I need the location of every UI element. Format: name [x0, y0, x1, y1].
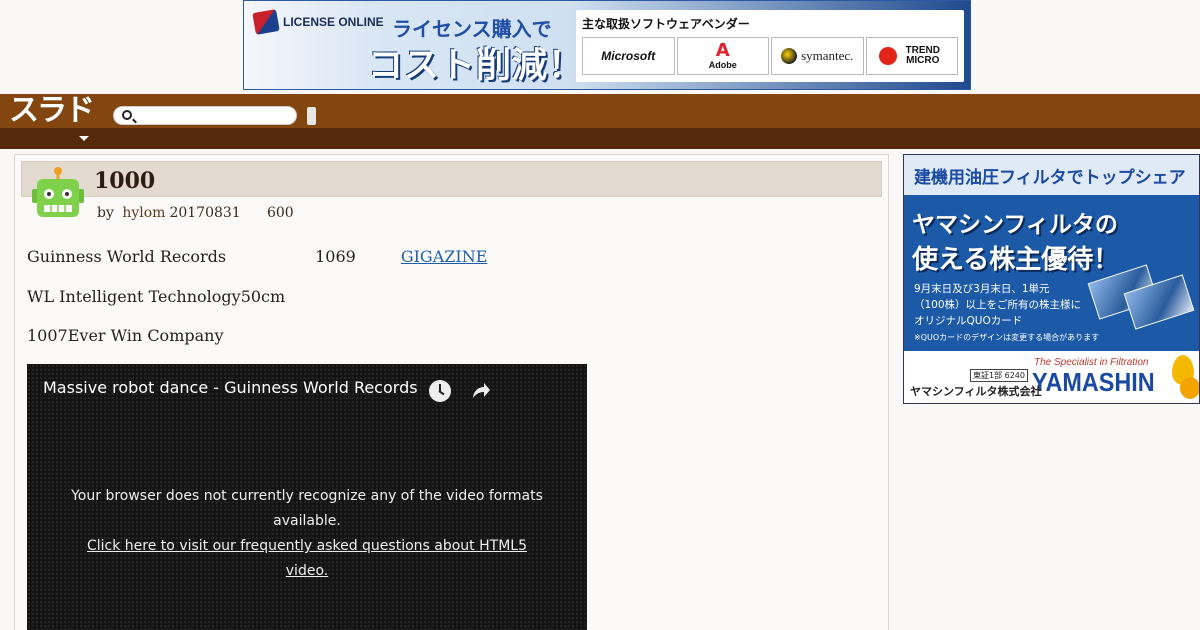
- paragraph-2: WL Intelligent Technology50cm: [27, 287, 286, 306]
- side-ad-body: ヤマシンフィルタの 使える株主優待！ 9月末日及び3月末日、1単元 （100株）…: [904, 195, 1199, 351]
- quo-card-image: [1087, 264, 1195, 330]
- ad-headline-2: コスト削減！: [368, 46, 585, 86]
- video-message-text: Your browser does not currently recogniz…: [71, 488, 543, 529]
- byline: by hylom 20170831 600: [97, 205, 298, 221]
- byline-author[interactable]: hylom: [122, 205, 165, 221]
- side-ad-headline: 建機用油圧フィルタでトップシェア: [904, 155, 1199, 195]
- vendor-label: symantec.: [801, 48, 854, 63]
- vendor-box: 主な取扱ソフトウェアベンダー Microsoft A Adobe symante…: [576, 10, 964, 82]
- paragraph-1: Guinness World Records 1069 GIGAZINE: [27, 247, 487, 266]
- side-ad-footer: The Specialist in Filtration YAMASHIN 東証…: [904, 351, 1199, 403]
- vendor-title: 主な取扱ソフトウェアベンダー: [582, 17, 750, 31]
- vendor-microsoft: Microsoft: [582, 37, 675, 75]
- oil-drop-icon: [1180, 377, 1199, 399]
- side-ad-big-text-1: ヤマシンフィルタの: [912, 212, 1118, 238]
- video-title[interactable]: Massive robot dance - Guinness World Rec…: [43, 378, 418, 397]
- license-online-logo-icon: [252, 9, 280, 35]
- license-online-logo-text: LICENSE ONLINE: [283, 15, 384, 29]
- html5-faq-link[interactable]: Click here to visit our frequently asked…: [67, 534, 547, 584]
- vendor-trend-micro: TREND MICRO: [865, 37, 958, 75]
- clock-icon[interactable]: [429, 380, 451, 402]
- video-player[interactable]: Massive robot dance - Guinness World Rec…: [27, 364, 587, 630]
- company-name: ヤマシンフィルタ株式会社: [910, 385, 1042, 398]
- site-header: スラド: [0, 94, 1200, 149]
- paragraph-text: 1069: [315, 247, 356, 266]
- site-logo[interactable]: スラド: [9, 96, 95, 126]
- chevron-down-icon[interactable]: [79, 136, 89, 141]
- robot-avatar-icon: [32, 167, 84, 217]
- adobe-icon: A: [715, 40, 730, 61]
- side-ad-small-text-2: （100株）以上をご所有の株主様に: [914, 299, 1082, 311]
- search-button[interactable]: [307, 107, 316, 125]
- side-ad-big-text-2: 使える株主優待！: [912, 245, 1120, 275]
- paragraph-text: Guinness World Records: [27, 247, 227, 266]
- search-icon: [122, 110, 132, 120]
- byline-count: 600: [266, 205, 294, 221]
- search-input[interactable]: [113, 106, 297, 125]
- top-banner-ad[interactable]: LICENSE ONLINE ライセンス購入で コスト削減！ 主な取扱ソフトウェ…: [243, 0, 971, 90]
- vendor-label: Adobe: [708, 60, 737, 70]
- license-online-logo: LICENSE ONLINE: [252, 9, 384, 35]
- vendor-adobe: A Adobe: [676, 37, 769, 75]
- trend-micro-icon: [878, 47, 897, 65]
- gigazine-link[interactable]: GIGAZINE: [401, 247, 488, 266]
- side-ad-small-text-1: 9月末日及び3月末日、1単元: [914, 283, 1050, 295]
- symantec-icon: [781, 48, 798, 64]
- byline-date: 20170831: [169, 205, 241, 221]
- side-ad-note: ※QUOカードのデザインは変更する場合があります: [914, 333, 1100, 342]
- byline-by: by: [97, 205, 114, 221]
- share-icon[interactable]: [470, 380, 492, 402]
- stock-code-badge: 東証1部 6240: [970, 369, 1028, 382]
- paragraph-3: 1007Ever Win Company: [27, 326, 224, 345]
- video-unsupported-message: Your browser does not currently recogniz…: [67, 484, 547, 584]
- article: 1000 by hylom 20170831 600 Guinness World…: [14, 154, 889, 630]
- side-ad-small-text-3: オリジナルQUOカード: [914, 315, 1023, 327]
- vendor-label: Microsoft: [601, 49, 656, 63]
- yamashin-logo: YAMASHIN: [1032, 367, 1155, 397]
- title-bar: 1000: [21, 161, 882, 197]
- story-title[interactable]: 1000: [94, 168, 155, 194]
- header-bar-bottom: [0, 128, 1200, 149]
- vendor-symantec: symantec.: [771, 37, 864, 75]
- side-banner-ad[interactable]: 建機用油圧フィルタでトップシェア ヤマシンフィルタの 使える株主優待！ 9月末日…: [903, 154, 1200, 404]
- vendor-label: TREND MICRO: [905, 45, 940, 66]
- vendor-row: Microsoft A Adobe symantec. TREND MICRO: [582, 37, 958, 75]
